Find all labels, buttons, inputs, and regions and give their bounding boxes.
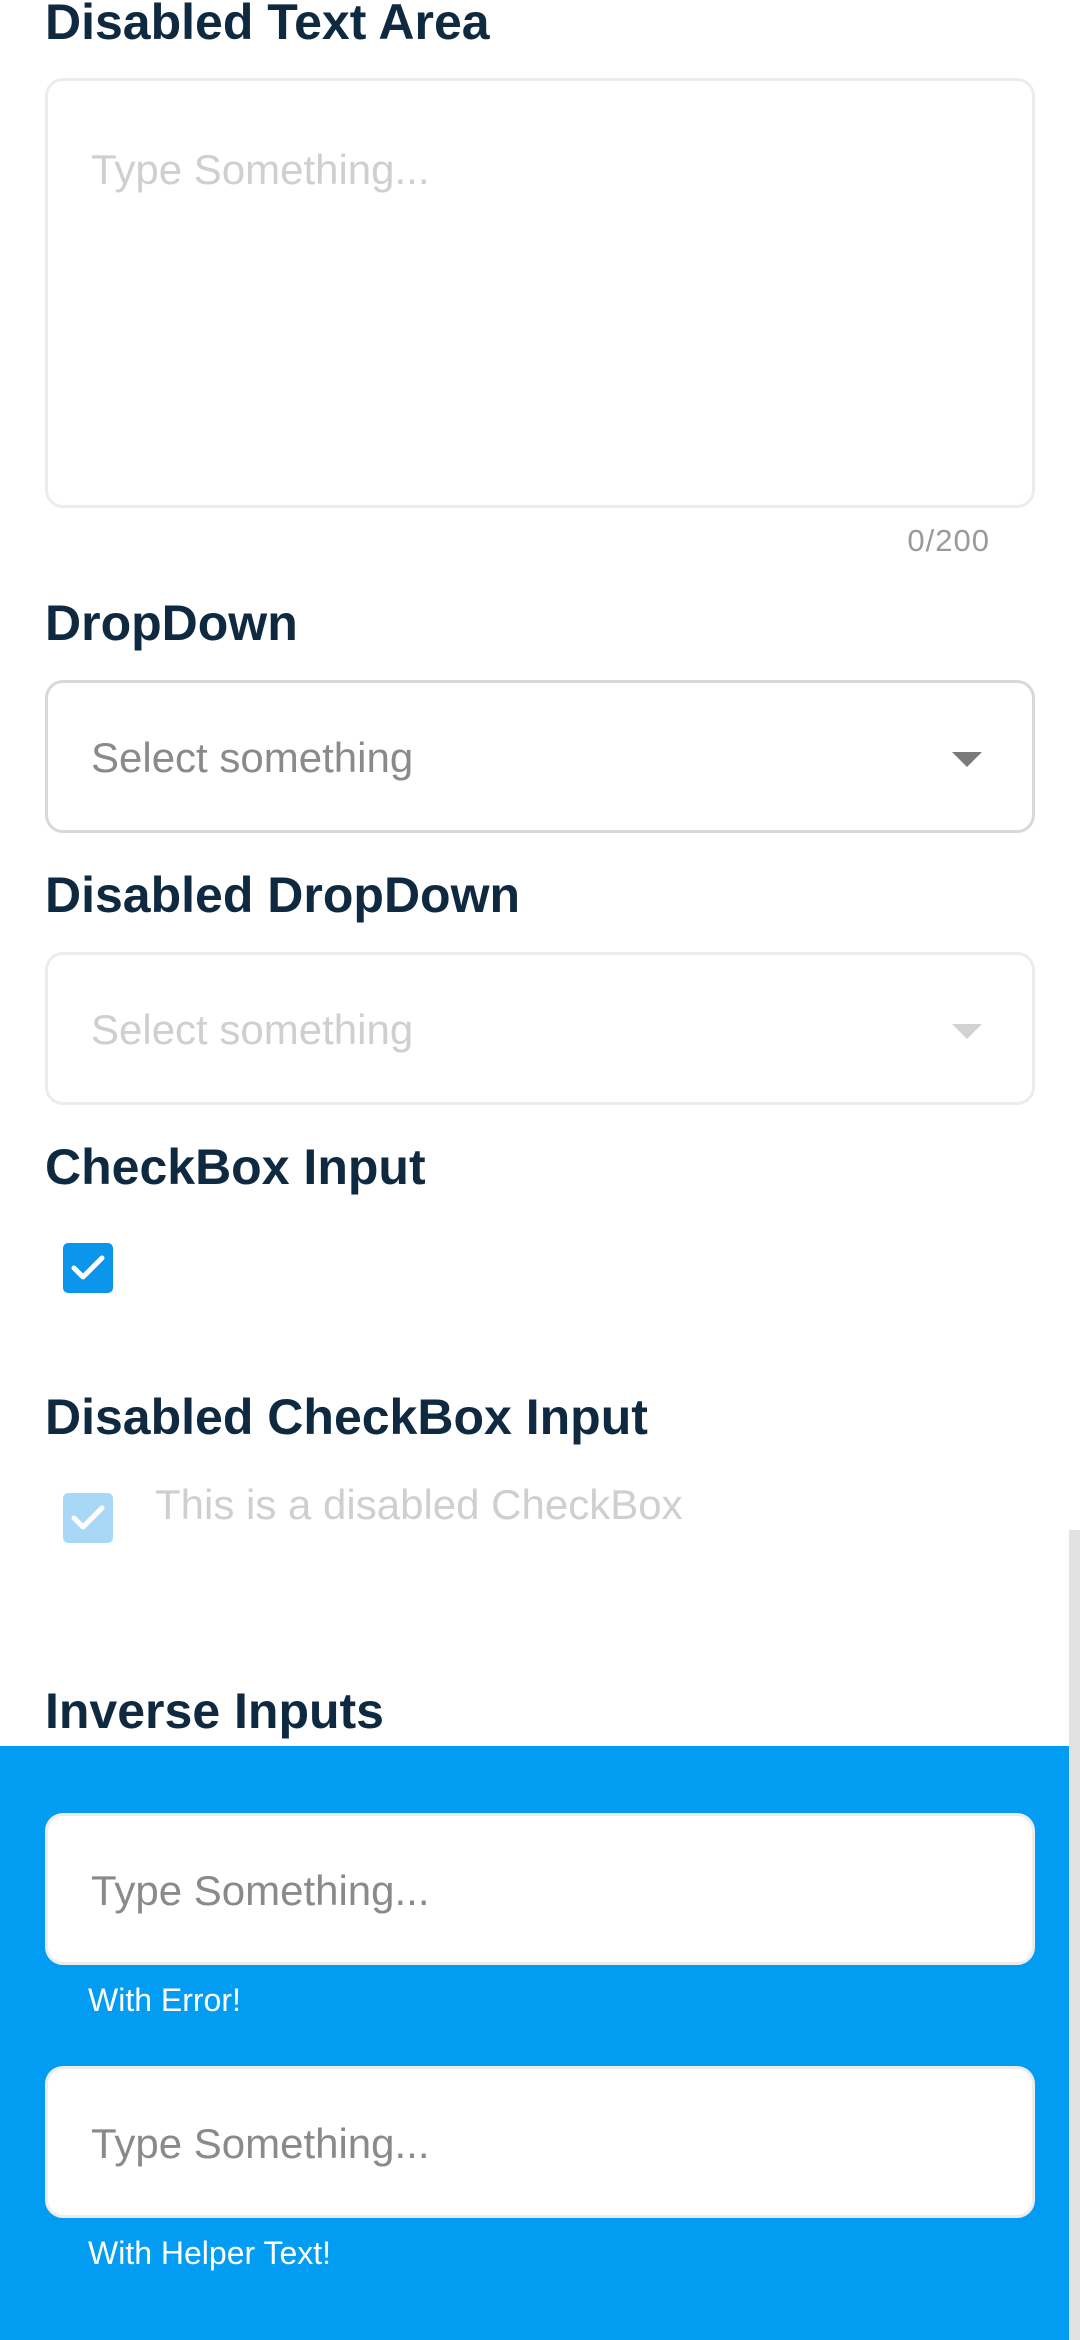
checkbox[interactable] bbox=[63, 1243, 113, 1293]
checkmark-icon bbox=[71, 1505, 105, 1530]
checkbox-input-title: CheckBox Input bbox=[45, 1139, 426, 1195]
disabled-text-area: Type Something... bbox=[45, 78, 1035, 508]
disabled-checkbox-title: Disabled CheckBox Input bbox=[45, 1389, 648, 1445]
disabled-dropdown-placeholder: Select something bbox=[91, 1006, 414, 1053]
inverse-text-input[interactable]: Type Something... bbox=[45, 1813, 1035, 1965]
dropdown-title: DropDown bbox=[45, 595, 298, 651]
text-area-placeholder: Type Something... bbox=[91, 146, 430, 193]
dropdown-placeholder: Select something bbox=[91, 734, 414, 781]
inverse-text-input[interactable]: Type Something... bbox=[45, 2066, 1035, 2218]
caret-down-icon bbox=[952, 752, 982, 767]
inverse-input-placeholder: Type Something... bbox=[91, 1867, 430, 1914]
disabled-checkbox-label: This is a disabled CheckBox bbox=[155, 1481, 683, 1528]
error-helper-text: With Error! bbox=[88, 1982, 241, 2018]
disabled-dropdown-title: Disabled DropDown bbox=[45, 867, 521, 923]
caret-down-icon bbox=[952, 1024, 982, 1039]
inverse-inputs-panel: Type Something... With Error! Type Somet… bbox=[0, 1746, 1080, 2340]
scrollbar[interactable] bbox=[1069, 1530, 1080, 2340]
disabled-checkbox bbox=[63, 1493, 113, 1543]
inverse-inputs-title: Inverse Inputs bbox=[45, 1683, 384, 1739]
helper-text: With Helper Text! bbox=[88, 2235, 332, 2271]
disabled-dropdown-select: Select something bbox=[45, 952, 1035, 1105]
dropdown-select[interactable]: Select something bbox=[45, 680, 1035, 833]
disabled-text-area-title: Disabled Text Area bbox=[45, 0, 490, 50]
character-counter: 0/200 bbox=[907, 523, 990, 558]
checkmark-icon bbox=[71, 1255, 105, 1280]
inverse-input-placeholder: Type Something... bbox=[91, 2120, 430, 2167]
